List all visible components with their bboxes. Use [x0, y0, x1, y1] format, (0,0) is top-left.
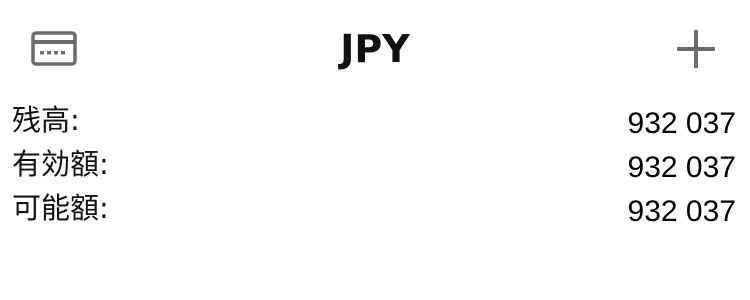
effective-value: 932 037 [627, 151, 736, 184]
header-bar: JPY [0, 0, 750, 96]
balance-list: 残高: 932 037 有効額: 932 037 可能額: 932 037 [0, 98, 750, 230]
plus-icon[interactable] [675, 28, 717, 70]
balance-label: 残高: [12, 103, 80, 137]
effective-label: 有効額: [12, 147, 109, 181]
available-label: 可能額: [12, 191, 109, 225]
balance-row-remaining: 残高: 932 037 [0, 98, 750, 142]
balance-row-available: 可能額: 932 037 [0, 186, 750, 230]
page-title: JPY [340, 27, 410, 71]
available-value: 932 037 [627, 195, 736, 228]
credit-card-icon[interactable] [31, 31, 77, 66]
balance-value: 932 037 [627, 107, 736, 140]
balance-row-effective: 有効額: 932 037 [0, 142, 750, 186]
